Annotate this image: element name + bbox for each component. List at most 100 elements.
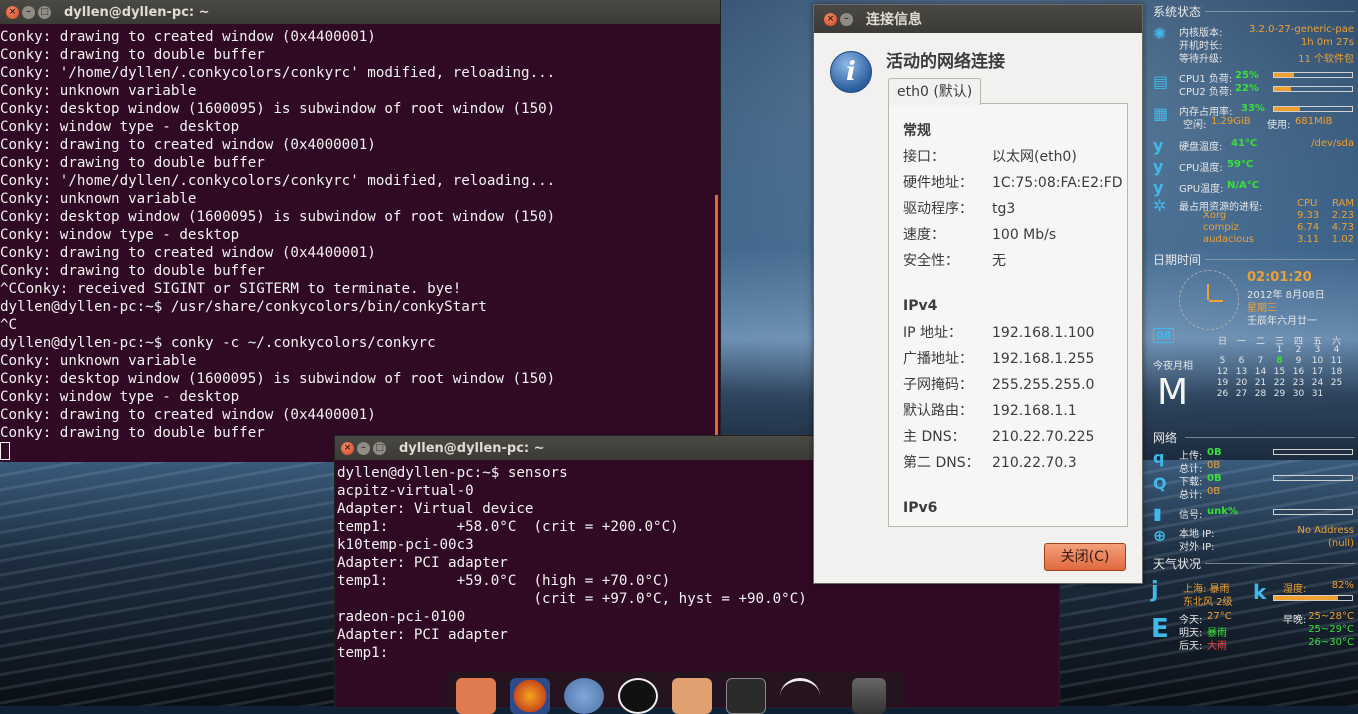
terminal-line: (crit = +97.0°C, hyst = +90.0°C) bbox=[337, 591, 807, 607]
info-row: 驱动程序： tg3 bbox=[903, 198, 1127, 218]
terminal-cursor[interactable] bbox=[0, 442, 10, 460]
conky-panel: 系统状态 ✺ 内核版本: 3.2.0-27-generic-pae 开机时长: … bbox=[1145, 0, 1358, 706]
calendar-day[interactable]: 2 bbox=[1289, 345, 1308, 356]
calendar-day[interactable]: 13 bbox=[1232, 367, 1251, 378]
calendar-day[interactable]: 28 bbox=[1251, 389, 1270, 400]
section-ipv4-title: IPv4 bbox=[903, 298, 938, 314]
terminal-window-main[interactable]: × – □ dyllen@dyllen-pc: ~ Conky: drawing… bbox=[0, 0, 721, 462]
info-value: 192.168.1.100 bbox=[992, 325, 1095, 341]
minimize-icon[interactable]: – bbox=[840, 12, 853, 26]
connection-details-panel: 常规 接口： 以太网(eth0) 硬件地址： 1C:75:08:FA:E2:FD 驱动程… bbox=[888, 103, 1128, 527]
connection-info-dialog[interactable]: × – 连接信息 i 活动的网络连接 eth0 (默认) 常规 接口： 以太网(e… bbox=[813, 4, 1143, 584]
disk-temp-value: 41°C bbox=[1231, 138, 1258, 149]
calendar-day[interactable]: 24 bbox=[1308, 378, 1327, 389]
process-ram: 1.02 bbox=[1331, 234, 1354, 245]
info-key: 广播地址： bbox=[903, 351, 973, 367]
dock bbox=[446, 672, 906, 714]
calendar-day[interactable]: 18 bbox=[1327, 367, 1346, 378]
calendar-day[interactable]: 3 bbox=[1308, 345, 1327, 356]
info-row: 主 DNS： 210.22.70.225 bbox=[903, 426, 1127, 446]
calendar-day[interactable]: 12 bbox=[1213, 367, 1232, 378]
close-icon[interactable]: × bbox=[6, 5, 19, 19]
terminal-line: Conky: '/home/dyllen/.conkycolors/conkyr… bbox=[0, 173, 556, 189]
calendar-day[interactable]: 31 bbox=[1308, 389, 1327, 400]
today-value: 27°C bbox=[1207, 611, 1232, 622]
trash-icon[interactable] bbox=[852, 678, 886, 714]
terminal-output[interactable]: Conky: drawing to created window (0x4400… bbox=[0, 28, 720, 462]
info-value: 100 Mb/s bbox=[992, 227, 1057, 243]
info-key: 安全性： bbox=[903, 253, 959, 269]
calendar-day[interactable]: 4 bbox=[1327, 345, 1346, 356]
firefox-icon[interactable] bbox=[510, 678, 550, 714]
cpu1-value: 25% bbox=[1235, 70, 1259, 81]
humidity-value: 82% bbox=[1331, 580, 1354, 591]
calendar-day[interactable]: 25 bbox=[1327, 378, 1346, 389]
info-key: IP 地址： bbox=[903, 325, 963, 341]
info-row: 广播地址： 192.168.1.255 bbox=[903, 348, 1127, 368]
calendar-day[interactable]: 15 bbox=[1270, 367, 1289, 378]
anchor-app-icon[interactable] bbox=[456, 678, 496, 714]
clock-lunar: 壬辰年六月廿一 bbox=[1247, 316, 1317, 327]
wifi-icon[interactable] bbox=[780, 678, 820, 714]
calendar-day[interactable]: 19 bbox=[1213, 378, 1232, 389]
memory-icon: ▦ bbox=[1153, 104, 1169, 123]
calendar-day[interactable] bbox=[1232, 345, 1251, 356]
calendar-day[interactable]: 10 bbox=[1308, 356, 1327, 367]
calendar-week: 26 27 28 29 30 31 bbox=[1213, 389, 1347, 400]
close-icon[interactable]: × bbox=[341, 441, 354, 455]
amazon-icon[interactable] bbox=[618, 678, 658, 714]
calendar-day[interactable]: 29 bbox=[1270, 389, 1289, 400]
terminal-icon[interactable] bbox=[726, 678, 766, 714]
calendar-day[interactable]: 21 bbox=[1251, 378, 1270, 389]
download-total-label: 总计: bbox=[1179, 490, 1203, 501]
calendar-day[interactable] bbox=[1213, 345, 1232, 356]
calendar-day[interactable]: 23 bbox=[1289, 378, 1308, 389]
calendar-day[interactable]: 22 bbox=[1270, 378, 1289, 389]
calendar-day[interactable]: 20 bbox=[1232, 378, 1251, 389]
calendar-day[interactable]: 7 bbox=[1251, 356, 1270, 367]
calendar-day[interactable]: 11 bbox=[1327, 356, 1346, 367]
forecast-icon: E bbox=[1151, 614, 1169, 644]
calendar-day[interactable]: 26 bbox=[1213, 389, 1232, 400]
calendar-day[interactable] bbox=[1327, 389, 1346, 400]
calendar-day[interactable]: 1 bbox=[1270, 345, 1289, 356]
calendar-day[interactable]: 30 bbox=[1289, 389, 1308, 400]
calendar-day[interactable]: 6 bbox=[1232, 356, 1251, 367]
divider bbox=[1205, 259, 1355, 260]
calendar-day[interactable] bbox=[1251, 345, 1270, 356]
scrollbar-indicator[interactable] bbox=[715, 195, 718, 462]
calendar-day[interactable]: 16 bbox=[1289, 367, 1308, 378]
close-button[interactable]: 关闭(C) bbox=[1044, 543, 1126, 571]
calendar-header: 日一二三四五六 bbox=[1213, 334, 1347, 347]
calendar-day[interactable]: 5 bbox=[1213, 356, 1232, 367]
close-icon[interactable]: × bbox=[824, 12, 837, 26]
signal-bar bbox=[1273, 509, 1353, 515]
info-value: 210.22.70.225 bbox=[992, 429, 1095, 445]
terminal-line: Conky: window type - desktop bbox=[0, 119, 240, 135]
cpu2-label: CPU2 负荷: bbox=[1179, 87, 1233, 98]
calendar-day[interactable]: 9 bbox=[1289, 356, 1308, 367]
folder-icon[interactable] bbox=[672, 678, 712, 714]
calendar-day[interactable]: 17 bbox=[1308, 367, 1327, 378]
maximize-icon[interactable]: □ bbox=[38, 5, 51, 19]
humidity-label: 湿度: bbox=[1283, 584, 1307, 595]
dialog-titlebar[interactable]: × – 连接信息 bbox=[814, 5, 1142, 33]
calendar-day[interactable]: 8 bbox=[1270, 356, 1289, 367]
system-status-heading: 系统状态 bbox=[1153, 5, 1202, 19]
tab-eth0[interactable]: eth0 (默认) bbox=[888, 78, 982, 105]
terminal-titlebar[interactable]: × – □ dyllen@dyllen-pc: ~ bbox=[0, 0, 720, 24]
terminal-line: radeon-pci-0100 bbox=[337, 609, 466, 625]
minimize-icon[interactable]: – bbox=[22, 5, 35, 19]
maximize-icon[interactable]: □ bbox=[373, 441, 386, 455]
calendar-week: 1234 bbox=[1213, 345, 1347, 356]
process-name: audacious bbox=[1203, 234, 1254, 245]
info-value: 以太网(eth0) bbox=[992, 149, 1077, 165]
chromium-icon[interactable] bbox=[564, 678, 604, 714]
calendar-day[interactable]: 14 bbox=[1251, 367, 1270, 378]
globe-icon: ⊕ bbox=[1153, 526, 1167, 545]
minimize-icon[interactable]: – bbox=[357, 441, 370, 455]
used-label: 使用: bbox=[1267, 120, 1291, 131]
calendar-day[interactable]: 27 bbox=[1232, 389, 1251, 400]
calendar-week: 19 20 21 22 23 24 25 bbox=[1213, 378, 1347, 389]
tonight-label: 早晚: bbox=[1283, 615, 1307, 626]
